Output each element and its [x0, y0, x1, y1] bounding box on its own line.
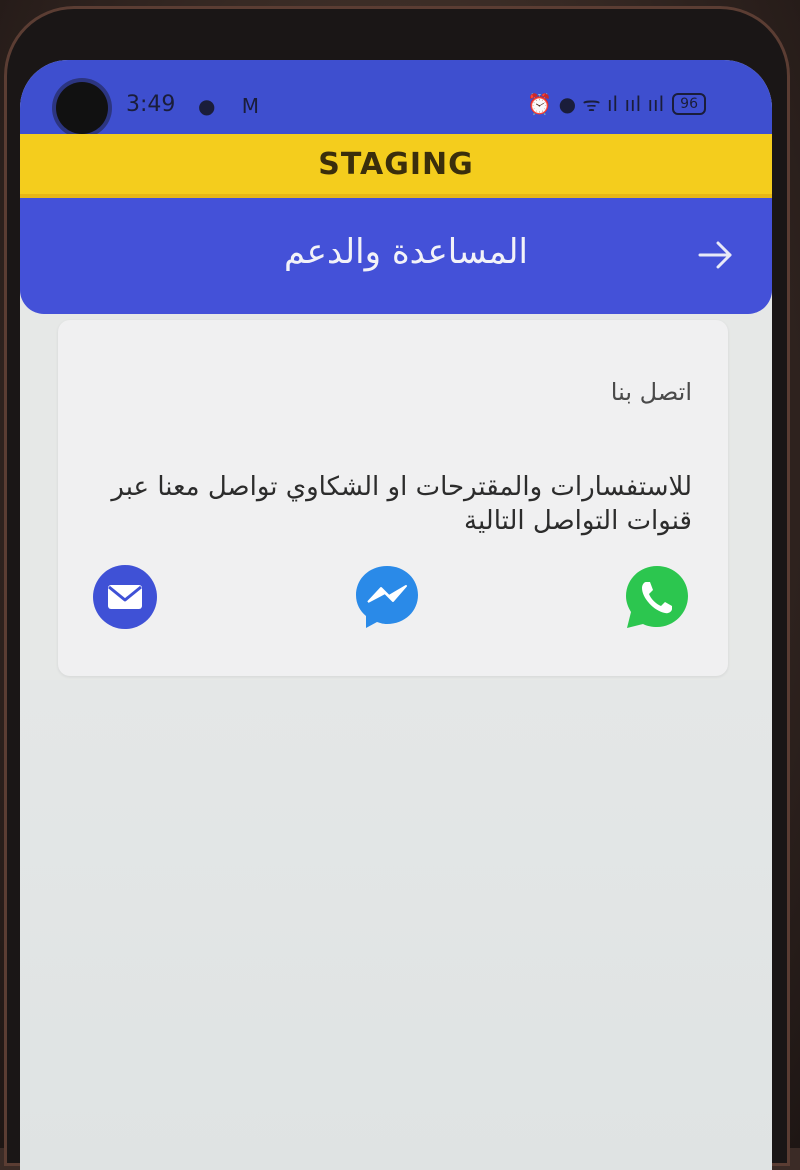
status-right-icons: ⏰ ● ᯤ ıl ııl ııl 96 — [527, 90, 706, 117]
contact-description: للاستفسارات والمقترحات او الشكاوي تواصل … — [111, 472, 692, 536]
messenger-icon[interactable] — [354, 564, 420, 630]
app-bar: المساعدة والدعم — [20, 198, 772, 314]
staging-banner: STAGING — [20, 134, 772, 196]
page-title: المساعدة والدعم — [284, 232, 528, 272]
empty-content-area — [20, 680, 772, 1170]
screen: 3:49 ● M ⏰ ● ᯤ ıl ııl ııl 96 STAGING الم… — [20, 60, 772, 1170]
contact-card: اتصل بنا للاستفسارات والمقترحات او الشكا… — [58, 320, 728, 676]
email-icon[interactable] — [92, 564, 158, 630]
whatsapp-icon[interactable] — [624, 564, 690, 630]
phone-frame: 3:49 ● M ⏰ ● ᯤ ıl ııl ııl 96 STAGING الم… — [4, 6, 790, 1170]
status-bar: 3:49 ● M ⏰ ● ᯤ ıl ııl ııl 96 — [20, 60, 772, 140]
notification-icons: ● M — [198, 94, 270, 118]
status-time: 3:49 — [126, 92, 176, 117]
contact-title: اتصل بنا — [610, 378, 692, 406]
system-status-icons: ⏰ ● ᯤ ıl ııl ııl — [527, 92, 665, 116]
battery-icon: 96 — [672, 92, 706, 115]
front-camera — [56, 82, 108, 134]
back-arrow-icon[interactable] — [696, 238, 736, 272]
